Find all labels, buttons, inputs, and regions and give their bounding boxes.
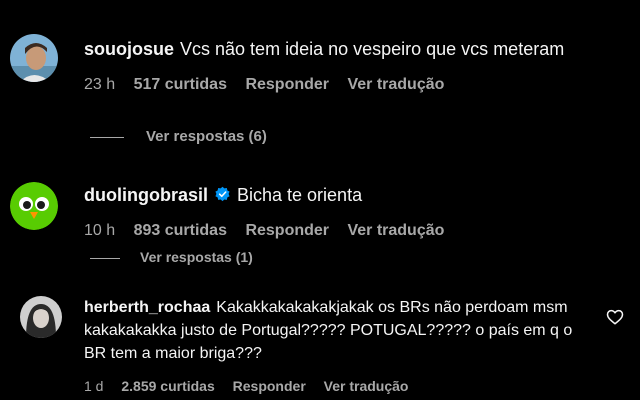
comment-text: herberth_rochaa Kakakkakakakakjakak os BR… [84,296,584,365]
translate-button[interactable]: Ver tradução [347,222,444,239]
comment-body: Vcs não tem ideia no vespeiro que vcs me… [180,39,565,59]
reply-button[interactable]: Responder [233,378,306,394]
translate-button[interactable]: Ver tradução [324,378,409,394]
timestamp[interactable]: 1 d [84,378,103,394]
comment-text: duolingobrasil Bicha te orienta [84,182,624,208]
replies-divider [90,136,124,138]
comment-souojosue: souojosue Vcs não tem ideia no vespeiro q… [0,0,640,160]
comment-meta: 23 h 517 curtidas Responder Ver tradução [84,76,458,94]
view-replies-label: Ver respostas (1) [140,249,253,265]
username[interactable]: herberth_rochaa [84,299,210,316]
replies-divider [90,257,120,259]
comment-meta: 1 d 2.859 curtidas Responder Ver traduçã… [84,378,422,394]
view-replies-button[interactable]: Ver respostas (6) [90,128,267,145]
username[interactable]: souojosue [84,39,174,59]
timestamp[interactable]: 10 h [84,222,115,239]
view-replies-label: Ver respostas (6) [146,128,267,145]
translate-button[interactable]: Ver tradução [347,76,444,93]
comment-herberth_rochaa: herberth_rochaa Kakakkakakakakjakak os BR… [0,280,640,400]
reply-button[interactable]: Responder [245,222,329,239]
comment-body: Bicha te orienta [237,185,363,205]
likes-count[interactable]: 517 curtidas [134,76,227,93]
avatar[interactable] [20,296,62,338]
comment-meta: 10 h 893 curtidas Responder Ver tradução [84,222,458,240]
verified-badge-icon [214,184,231,202]
comment-text: souojosue Vcs não tem ideia no vespeiro q… [84,36,624,62]
comment-duolingobrasil: duolingobrasil Bicha te orienta 10 h 893 … [0,160,640,280]
heart-icon[interactable] [606,308,624,326]
timestamp[interactable]: 23 h [84,76,115,93]
likes-count[interactable]: 2.859 curtidas [121,378,214,394]
avatar[interactable] [10,182,58,230]
username[interactable]: duolingobrasil [84,185,208,205]
avatar[interactable] [10,34,58,82]
view-replies-button[interactable]: Ver respostas (1) [90,249,253,265]
reply-button[interactable]: Responder [245,76,329,93]
likes-count[interactable]: 893 curtidas [134,222,227,239]
